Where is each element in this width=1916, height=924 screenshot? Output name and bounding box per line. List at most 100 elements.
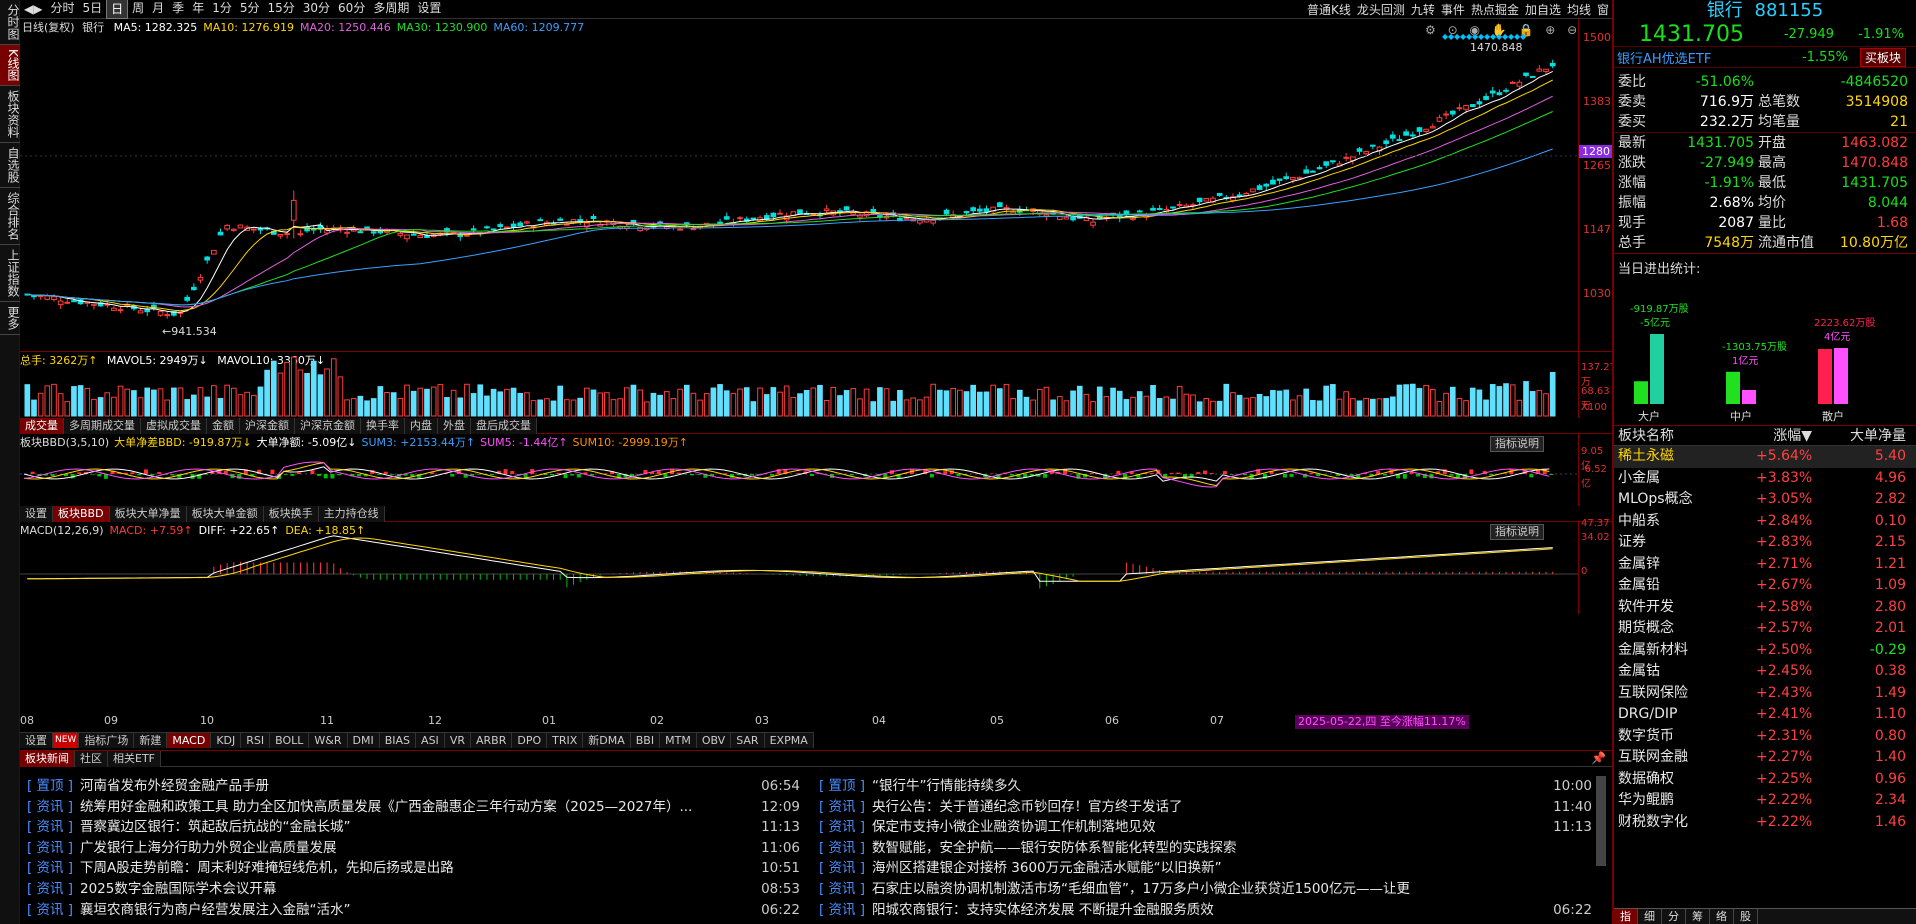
news-title[interactable]: 海州区搭建银企对接桥 3600万元金融活水赋能“以旧换新” [872, 858, 1547, 879]
news-tab-0[interactable]: 板块新闻 [20, 751, 75, 767]
plate-col-name[interactable]: 板块名称 [1614, 426, 1756, 445]
volume-tab-4[interactable]: 沪深金额 [240, 418, 295, 434]
plate-row[interactable]: 金属钴 +2.45% 0.38 [1614, 661, 1916, 683]
indicator-tab-14[interactable]: DPO [512, 733, 548, 748]
news-title[interactable]: 央行公告：关于普通纪念币钞回存！官方终于发话了 [872, 797, 1547, 818]
quote-bottom-tab-5[interactable]: 股 [1734, 909, 1758, 924]
volume-tab-9[interactable]: 盘后成交量 [471, 418, 537, 434]
plate-col-pct[interactable]: 涨幅▼ [1756, 426, 1812, 445]
nav-left-icon[interactable]: ◀▶ [20, 0, 46, 18]
indicator-tab-18[interactable]: MTM [660, 733, 697, 748]
news-tab-1[interactable]: 社区 [75, 751, 108, 767]
plate-row[interactable]: 金属新材料 +2.50% -0.29 [1614, 640, 1916, 662]
bbd-tab-3[interactable]: 板块大单金额 [186, 506, 264, 522]
plate-row[interactable]: 软件开发 +2.58% 2.80 [1614, 597, 1916, 619]
news-row[interactable]: [ 置顶 ] 河南省发布外经贸金融产品手册 06:54 [20, 776, 800, 797]
indicator-tab-17[interactable]: BBI [630, 733, 661, 748]
volume-tab-7[interactable]: 内盘 [405, 418, 438, 434]
period-9[interactable]: 15分 [263, 0, 298, 19]
plate-row[interactable]: 证券 +2.83% 2.15 [1614, 532, 1916, 554]
indicator-tab-15[interactable]: TRIX [547, 733, 584, 748]
plate-row[interactable]: MLOps概念 +3.05% 2.82 [1614, 489, 1916, 511]
pin-icon[interactable]: 📌 [1591, 751, 1612, 766]
period-4[interactable]: 月 [148, 0, 168, 19]
quote-bottom-tab-2[interactable]: 分 [1662, 909, 1686, 924]
left-tab-2[interactable]: 板块资料 [0, 86, 20, 143]
period-6[interactable]: 年 [188, 0, 208, 19]
indicator-tab-5[interactable]: KDJ [211, 733, 242, 748]
toolbar-item-7[interactable]: 窗 [1594, 1, 1612, 18]
toolbar-item-4[interactable]: 热点掘金 [1468, 1, 1522, 18]
plate-row[interactable]: 互联网金融 +2.27% 1.40 [1614, 747, 1916, 769]
plate-row[interactable]: 互联网保险 +2.43% 1.49 [1614, 683, 1916, 705]
period-1[interactable]: 5日 [78, 0, 106, 19]
volume-tab-1[interactable]: 多周期成交量 [64, 418, 141, 434]
news-title[interactable]: 襄垣农商银行为商户经营发展注入金融“活水” [80, 900, 755, 921]
bbd-tab-2[interactable]: 板块大单净量 [109, 506, 187, 522]
news-title[interactable]: 石家庄以融资协调机制激活市场“毛细血管”，17万多户小微企业获贷近1500亿元—… [872, 879, 1547, 900]
kline-chart[interactable]: 1470.848←941.534◆ ◆ ◆ ◆ ◆ ◆ ◆ ◆ ◆ ◆ ◆ ◆ ◆ ◆ [20, 19, 1580, 352]
period-0[interactable]: 分时 [46, 0, 78, 19]
period-13[interactable]: 设置 [413, 0, 445, 19]
indicator-tab-4[interactable]: MACD [167, 733, 212, 748]
toolbar-item-5[interactable]: 加自选 [1522, 1, 1564, 18]
indicator-tab-21[interactable]: EXPMA [764, 733, 814, 748]
indicator-tab-1[interactable]: NEW [53, 733, 80, 748]
buy-plate-button[interactable]: 买板块 [1860, 47, 1907, 67]
volume-tab-5[interactable]: 沪深京金额 [295, 418, 361, 434]
news-row[interactable]: [ 资讯 ] 央行公告：关于普通纪念币钞回存！官方终于发话了 11:40 [812, 797, 1592, 818]
indicator-tab-10[interactable]: BIAS [379, 733, 417, 748]
news-row[interactable]: [ 置顶 ] “银行牛”行情能持续多久 10:00 [812, 776, 1592, 797]
news-row[interactable]: [ 资讯 ] 统筹用好金融和政策工具 助力全区加快高质量发展《广西金融惠企三年行动… [20, 797, 800, 818]
news-title[interactable]: “银行牛”行情能持续多久 [872, 776, 1547, 797]
etf-name[interactable]: 银行AH优选ETF [1614, 48, 1764, 67]
plate-row[interactable]: 数据确权 +2.25% 0.96 [1614, 769, 1916, 791]
indicator-tab-2[interactable]: 指标广场 [79, 733, 135, 748]
news-row[interactable]: [ 资讯 ] 襄垣农商银行为商户经营发展注入金融“活水” 06:22 [20, 900, 800, 921]
indicator-tab-19[interactable]: OBV [696, 733, 732, 748]
macd-chart[interactable] [20, 522, 1578, 614]
bbd-tab-0[interactable]: 设置 [20, 506, 53, 522]
plate-row[interactable]: 稀土永磁 +5.64% 5.40 [1614, 446, 1916, 468]
indicator-tab-12[interactable]: VR [444, 733, 471, 748]
plate-row[interactable]: 金属铅 +2.67% 1.09 [1614, 575, 1916, 597]
volume-tab-8[interactable]: 外盘 [438, 418, 471, 434]
news-title[interactable]: 晋察冀边区银行：筑起敌后抗战的“金融长城” [80, 817, 755, 838]
event-label[interactable]: 2025-05-22,四 至今涨幅11.17% [1295, 715, 1469, 729]
toolbar-item-6[interactable]: 均线 [1564, 1, 1594, 18]
indicator-tab-6[interactable]: RSI [241, 733, 271, 748]
quote-bottom-tab-4[interactable]: 络 [1710, 909, 1734, 924]
plate-row[interactable]: DRG/DIP +2.41% 1.10 [1614, 704, 1916, 726]
quote-bottom-tab-0[interactable]: 指 [1614, 909, 1638, 924]
toolbar-item-3[interactable]: 事件 [1438, 1, 1468, 18]
plate-col-flow[interactable]: 大单净量 [1812, 426, 1910, 445]
news-row[interactable]: [ 资讯 ] 数智赋能，安全护航——银行安防体系智能化转型的实践探索 [812, 838, 1592, 859]
indicator-tab-3[interactable]: 新建 [134, 733, 168, 748]
news-title[interactable]: 保定市支持小微企业融资协调工作机制落地见效 [872, 817, 1547, 838]
period-10[interactable]: 30分 [299, 0, 334, 19]
indicator-tab-11[interactable]: ASI [416, 733, 445, 748]
news-scrollbar[interactable] [1596, 776, 1606, 866]
period-8[interactable]: 5分 [236, 0, 264, 19]
news-tab-2[interactable]: 相关ETF [108, 751, 161, 767]
indicator-tab-13[interactable]: ARBR [470, 733, 513, 748]
quote-bottom-tab-3[interactable]: 筹 [1686, 909, 1710, 924]
news-title[interactable]: 阳城农商银行：支持实体经济发展 不断提升金融服务质效 [872, 900, 1547, 921]
plate-row[interactable]: 金属锌 +2.71% 1.21 [1614, 554, 1916, 576]
plate-row[interactable]: 中船系 +2.84% 0.10 [1614, 511, 1916, 533]
news-row[interactable]: [ 资讯 ] 2025数字金融国际学术会议开幕 08:53 [20, 879, 800, 900]
period-11[interactable]: 60分 [334, 0, 369, 19]
period-2[interactable]: 日 [106, 0, 129, 19]
indicator-tab-9[interactable]: DMI [347, 733, 380, 748]
bbd-tab-5[interactable]: 主力持仓线 [318, 506, 385, 522]
volume-tab-0[interactable]: 成交量 [20, 418, 64, 434]
news-row[interactable]: [ 资讯 ] 下周A股走势前瞻：周末利好难掩短线危机，先抑后扬或是出路 10:51 [20, 858, 800, 879]
left-tab-4[interactable]: 综合排名 [0, 188, 20, 245]
plate-row[interactable]: 数字货币 +2.31% 0.80 [1614, 726, 1916, 748]
plate-row[interactable]: 财税数字化 +2.22% 1.46 [1614, 812, 1916, 834]
period-7[interactable]: 1分 [208, 0, 236, 19]
toolbar-item-0[interactable]: 普通K线 [1304, 1, 1354, 18]
toolbar-item-1[interactable]: 龙头回测 [1354, 1, 1408, 18]
period-12[interactable]: 多周期 [369, 0, 413, 19]
plate-row[interactable]: 华为鲲鹏 +2.22% 2.34 [1614, 790, 1916, 812]
